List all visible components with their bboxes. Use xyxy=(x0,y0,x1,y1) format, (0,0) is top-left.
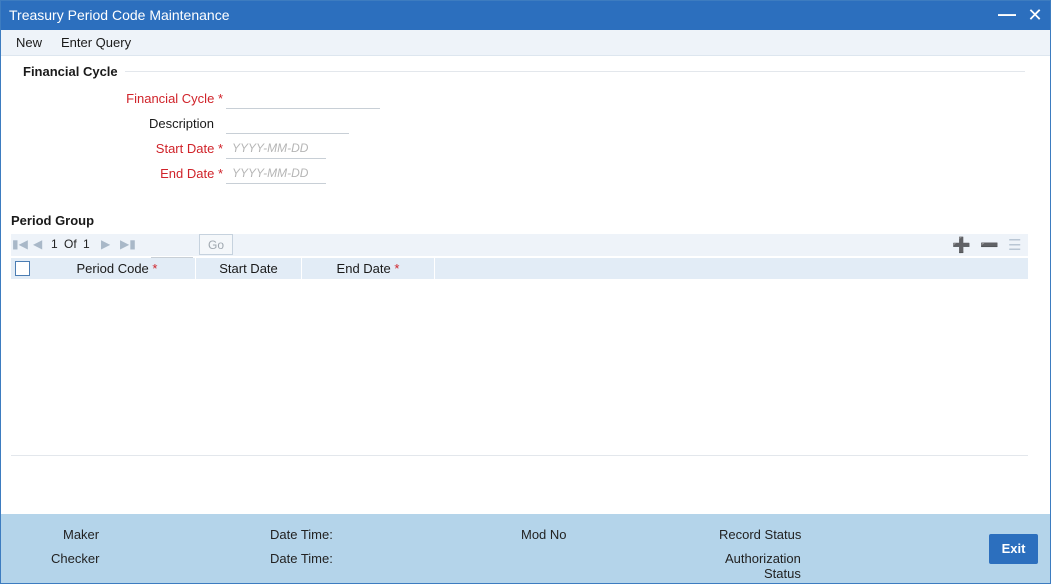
last-page-icon[interactable]: ▶▮ xyxy=(120,237,136,251)
title-bar: Treasury Period Code Maintenance — ✕ xyxy=(1,1,1050,30)
total-pages: 1 xyxy=(83,237,90,251)
audit-footer xyxy=(1,514,1050,583)
start-date-label: Start Date * xyxy=(155,141,223,156)
exit-button[interactable]: Exit xyxy=(989,534,1038,564)
financial-cycle-heading: Financial Cycle xyxy=(23,64,118,79)
add-row-icon[interactable]: ➕ xyxy=(952,236,971,254)
menu-enter-query[interactable]: Enter Query xyxy=(61,35,131,50)
financial-cycle-input[interactable] xyxy=(226,87,380,109)
authorization-status-label: Authorization xyxy=(725,551,801,566)
column-end-date[interactable]: End Date * xyxy=(302,258,435,279)
delete-row-icon[interactable]: ➖ xyxy=(980,236,999,254)
previous-page-icon[interactable]: ◀ xyxy=(33,237,42,251)
maker-date-time-label: Date Time: xyxy=(270,527,333,542)
description-input[interactable] xyxy=(226,112,349,134)
window: Treasury Period Code Maintenance — ✕ New… xyxy=(0,0,1051,584)
page-of-label: Of xyxy=(64,237,77,251)
start-date-input[interactable] xyxy=(226,137,326,159)
menu-bar: New Enter Query xyxy=(1,30,1050,56)
required-marker: * xyxy=(217,141,223,156)
menu-new[interactable]: New xyxy=(16,35,42,50)
current-page: 1 xyxy=(51,237,58,251)
required-marker: * xyxy=(394,261,400,276)
authorization-status-label-line2: Status xyxy=(764,566,801,581)
required-marker: * xyxy=(152,261,158,276)
period-group-heading: Period Group xyxy=(11,213,95,228)
page-number-input[interactable] xyxy=(151,234,193,258)
required-marker: * xyxy=(217,166,223,181)
minimize-icon[interactable]: — xyxy=(998,5,1016,25)
mod-no-label: Mod No xyxy=(521,527,567,542)
column-settings-icon[interactable]: ☰ xyxy=(1008,236,1021,254)
close-icon[interactable]: ✕ xyxy=(1025,5,1045,25)
required-marker: * xyxy=(217,91,223,106)
description-label: Description xyxy=(148,116,214,131)
grid-body xyxy=(11,279,1028,456)
go-button[interactable]: Go xyxy=(199,234,233,255)
column-period-code[interactable]: Period Code * xyxy=(39,258,196,279)
next-page-icon[interactable]: ▶ xyxy=(101,237,110,251)
window-title: Treasury Period Code Maintenance xyxy=(9,7,230,23)
checker-date-time-label: Date Time: xyxy=(270,551,333,566)
select-all-checkbox[interactable] xyxy=(15,261,30,276)
record-status-label: Record Status xyxy=(719,527,802,542)
section-divider xyxy=(125,71,1025,72)
maker-label: Maker xyxy=(63,527,100,542)
end-date-input[interactable] xyxy=(226,162,326,184)
financial-cycle-label: Financial Cycle * xyxy=(126,91,223,106)
end-date-label: End Date * xyxy=(160,166,223,181)
checker-label: Checker xyxy=(51,551,100,566)
column-start-date[interactable]: Start Date xyxy=(196,258,302,279)
first-page-icon[interactable]: ▮◀ xyxy=(12,237,28,251)
